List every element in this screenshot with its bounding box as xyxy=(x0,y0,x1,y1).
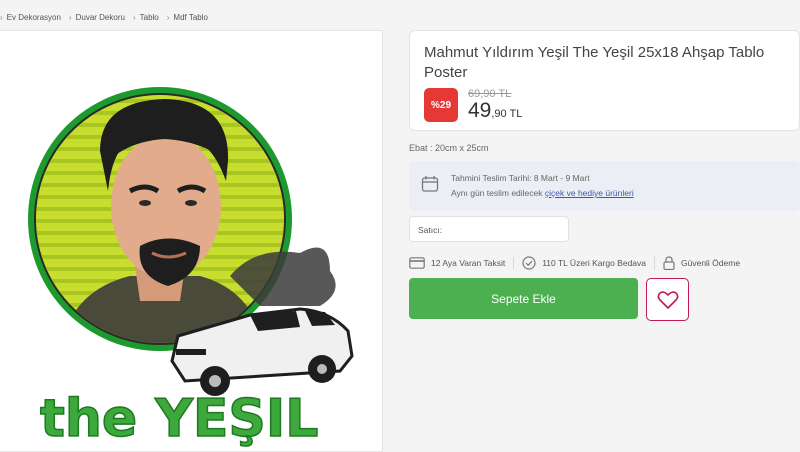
delivery-estimate: Tahmini Teslim Tarihi: 8 Mart - 9 Mart xyxy=(451,173,590,183)
chevron-right-icon: › xyxy=(166,12,170,22)
breadcrumb-item[interactable]: › Ev Dekorasyon xyxy=(0,13,61,22)
chevron-right-icon: › xyxy=(68,12,72,22)
delivery-info: Tahmini Teslim Tarihi: 8 Mart - 9 Mart A… xyxy=(409,161,800,211)
card-icon xyxy=(409,257,425,269)
feature-secure-payment: Güvenli Ödeme xyxy=(663,256,748,270)
calendar-icon xyxy=(421,176,439,192)
breadcrumb-item[interactable]: › Tablo xyxy=(133,13,159,22)
product-title: Mahmut Yıldırım Yeşil The Yeşil 25x18 Ah… xyxy=(424,44,765,81)
breadcrumb-item[interactable]: › Mdf Tablo xyxy=(167,13,208,22)
breadcrumb: › Ev Dekorasyon › Duvar Dekoru › Tablo › Mdf… xyxy=(0,9,216,25)
lock-icon xyxy=(663,256,675,270)
product-info-card: Mahmut Yıldırım Yeşil The Yeşil 25x18 Ah… xyxy=(409,30,800,131)
product-image[interactable]: the YEŞIL xyxy=(0,31,383,452)
current-price: 49,90 TL xyxy=(468,99,522,123)
product-page: › Ev Dekorasyon › Duvar Dekoru › Tablo › Mdf… xyxy=(0,0,800,452)
heart-icon xyxy=(657,290,678,309)
seller-field[interactable]: Satıcı: xyxy=(409,216,569,242)
feature-free-shipping: 110 TL Üzeri Kargo Bedava xyxy=(522,256,655,270)
chevron-right-icon: › xyxy=(0,12,3,22)
breadcrumb-item[interactable]: › Duvar Dekoru xyxy=(69,13,125,22)
discount-badge: %29 xyxy=(424,88,458,122)
product-image-panel[interactable]: the YEŞIL xyxy=(0,30,383,452)
svg-text:the YEŞIL: the YEŞIL xyxy=(40,389,318,449)
chevron-right-icon: › xyxy=(132,12,136,22)
delivery-link[interactable]: çiçek ve hediye ürünleri xyxy=(545,188,634,198)
price-decimal: ,90 TL xyxy=(491,108,523,120)
price-integer: 49 xyxy=(468,99,492,122)
feature-installment: 12 Aya Varan Taksit xyxy=(409,257,515,269)
check-circle-icon xyxy=(522,256,536,270)
size-label: Ebat : 20cm x 25cm xyxy=(409,143,489,153)
add-to-cart-button[interactable]: Sepete Ekle xyxy=(409,278,638,319)
favorite-button[interactable] xyxy=(646,278,689,321)
delivery-note: Aynı gün teslim edilecek çiçek ve hediye… xyxy=(451,188,634,198)
feature-list: 12 Aya Varan Taksit 110 TL Üzeri Kargo B… xyxy=(409,254,756,272)
